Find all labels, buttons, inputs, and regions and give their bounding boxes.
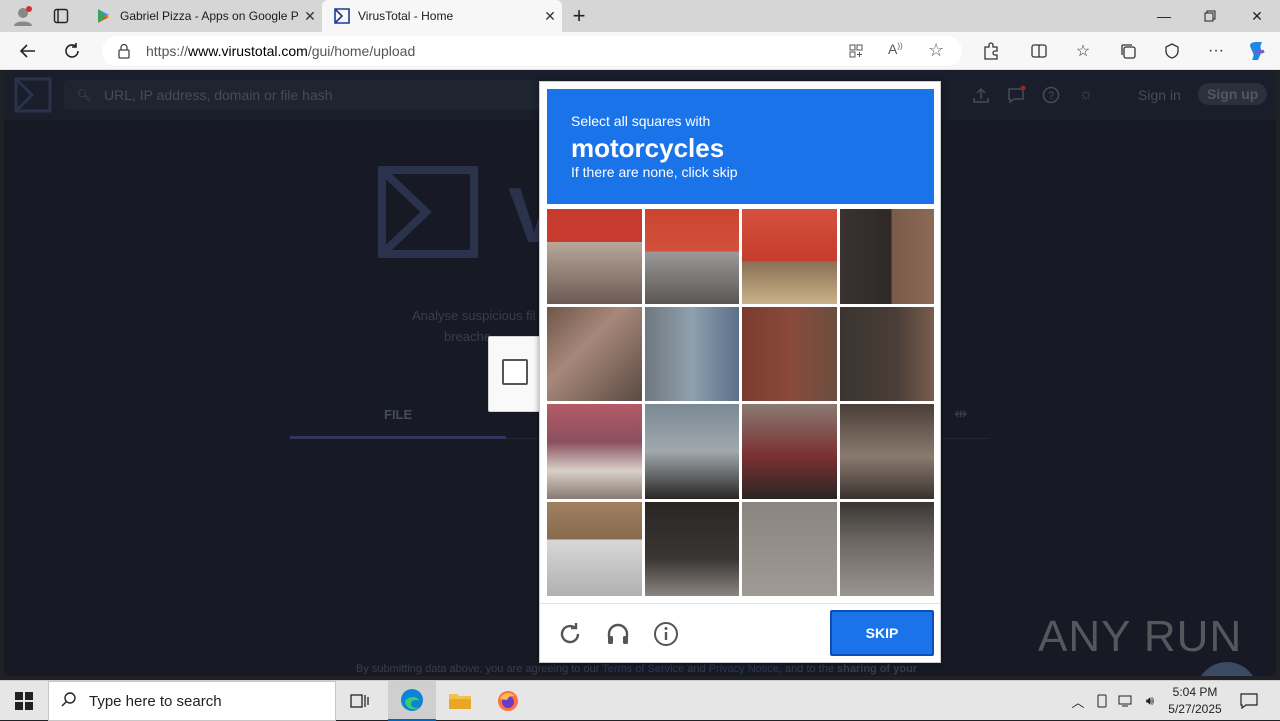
captcha-tile[interactable] (742, 404, 837, 499)
favorite-star-icon[interactable]: ☆ (928, 40, 944, 61)
url-scheme: https:// (146, 43, 189, 59)
back-icon[interactable] (16, 39, 40, 63)
browser-essentials-icon[interactable] (1160, 39, 1184, 63)
captcha-tile[interactable] (547, 306, 642, 401)
captcha-tile[interactable] (547, 209, 642, 304)
taskbar-search-input[interactable]: Type here to search (48, 681, 336, 721)
url-path: /gui/home/upload (307, 43, 416, 59)
show-hidden-icons-icon[interactable]: ︿ (1068, 691, 1088, 711)
close-window-icon[interactable]: ✕ (1234, 0, 1280, 32)
extensions-icon[interactable] (979, 39, 1003, 63)
captcha-checkbox[interactable] (502, 359, 528, 385)
clock-date: 5/27/2025 (1168, 702, 1222, 716)
firefox-icon[interactable] (484, 681, 532, 721)
url-host: www.virustotal.com (188, 43, 308, 59)
captcha-tile[interactable] (644, 404, 739, 499)
more-menu-icon[interactable]: ··· (1204, 39, 1228, 63)
read-aloud-icon[interactable]: A)) (888, 41, 903, 57)
close-tab-icon[interactable]: ✕ (298, 8, 322, 25)
chat-icon[interactable] (1196, 662, 1258, 676)
edge-taskbar-icon[interactable] (388, 681, 436, 721)
captcha-footer-divider (540, 603, 940, 604)
captcha-checkbox-widget (488, 336, 540, 412)
captcha-tile[interactable] (742, 501, 837, 596)
volume-icon[interactable]: 🔊︎ (1140, 691, 1160, 711)
collections-icon[interactable] (1116, 39, 1140, 63)
app-available-icon[interactable] (848, 43, 864, 62)
address-bar[interactable]: https://www.virustotal.com/gui/home/uplo… (102, 36, 962, 66)
tab-strip: Gabriel Pizza - Apps on Google P ✕ Virus… (0, 0, 1280, 32)
captcha-header: Select all squares with motorcycles If t… (547, 89, 934, 204)
taskbar-search-placeholder: Type here to search (89, 692, 222, 710)
captcha-tile[interactable] (742, 209, 837, 304)
device-icon[interactable] (1092, 691, 1112, 711)
captcha-target: motorcycles (571, 133, 725, 163)
lock-icon[interactable] (102, 43, 146, 59)
captcha-prompt: Select all squares with (571, 113, 711, 129)
captcha-tile[interactable] (644, 306, 739, 401)
virustotal-icon (334, 8, 350, 24)
refresh-icon[interactable] (60, 39, 84, 63)
network-icon[interactable] (1116, 691, 1136, 711)
captcha-grid (547, 209, 934, 596)
anyrun-watermark: ANY RUN (1038, 612, 1243, 661)
copilot-icon[interactable] (1245, 39, 1269, 63)
info-icon[interactable] (652, 620, 680, 648)
windows-taskbar: Type here to search ︿ 🔊︎ 5:04 PM 5/27/20… (0, 680, 1280, 721)
tab-title: Gabriel Pizza - Apps on Google P (120, 9, 298, 23)
captcha-tile[interactable] (547, 404, 642, 499)
tab-actions-icon[interactable] (38, 0, 84, 32)
captcha-tile[interactable] (644, 209, 739, 304)
captcha-tile[interactable] (547, 501, 642, 596)
new-tab-icon[interactable]: + (556, 0, 602, 32)
audio-challenge-icon[interactable] (604, 620, 632, 648)
captcha-tile[interactable] (742, 306, 837, 401)
refresh-challenge-icon[interactable] (556, 620, 584, 648)
tab-gabriel-pizza[interactable]: Gabriel Pizza - Apps on Google P ✕ (84, 0, 322, 32)
windows-start-icon[interactable] (0, 681, 48, 721)
notification-center-icon[interactable] (1238, 691, 1260, 711)
file-explorer-icon[interactable] (436, 681, 484, 721)
taskbar-clock[interactable]: 5:04 PM 5/27/2025 (1160, 684, 1230, 718)
restore-icon[interactable] (1187, 0, 1233, 32)
google-play-icon (96, 8, 112, 24)
task-view-icon[interactable] (336, 681, 384, 721)
tab-title: VirusTotal - Home (358, 9, 454, 23)
tab-virustotal[interactable]: VirusTotal - Home ✕ (322, 0, 562, 32)
minimize-icon[interactable]: — (1141, 0, 1187, 32)
favorites-icon[interactable]: ☆ (1071, 39, 1095, 63)
skip-button[interactable]: SKIP (830, 610, 934, 656)
captcha-hint: If there are none, click skip (571, 164, 738, 180)
captcha-tile[interactable] (839, 404, 934, 499)
captcha-tile[interactable] (839, 209, 934, 304)
captcha-tile[interactable] (644, 501, 739, 596)
browser-toolbar: https://www.virustotal.com/gui/home/uplo… (0, 32, 1280, 70)
captcha-tile[interactable] (839, 306, 934, 401)
captcha-tile[interactable] (839, 501, 934, 596)
split-screen-icon[interactable] (1027, 39, 1051, 63)
clock-time: 5:04 PM (1172, 685, 1218, 699)
search-icon (49, 691, 89, 711)
captcha-challenge: Select all squares with motorcycles If t… (539, 81, 941, 663)
